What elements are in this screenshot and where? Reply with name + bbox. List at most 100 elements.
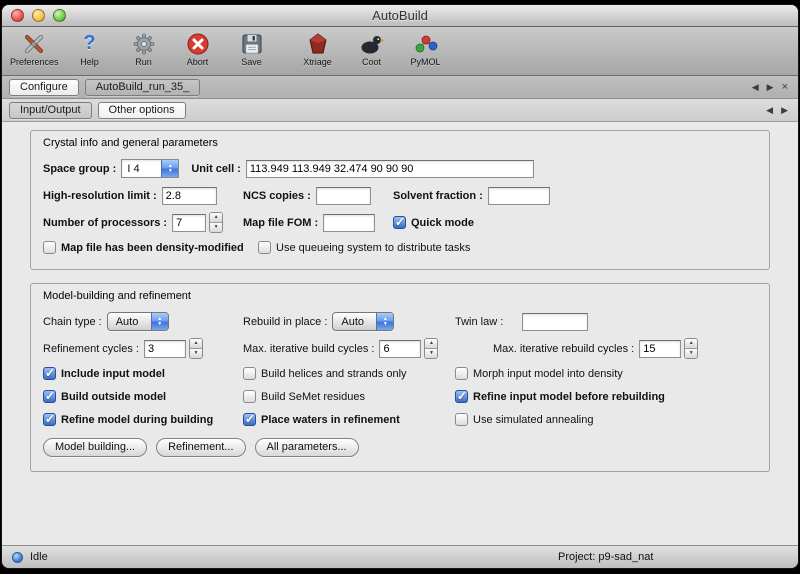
- stepper-up-icon[interactable]: ▲: [210, 213, 222, 223]
- subtab-prev-icon[interactable]: ◀: [766, 105, 773, 116]
- down-arrow-icon: ▼: [157, 322, 162, 327]
- options-panel: Crystal info and general parameters Spac…: [2, 122, 798, 545]
- map-fom-input[interactable]: [323, 214, 375, 232]
- dropdown-arrows-icon: ▲ ▼: [376, 313, 393, 330]
- checkbox-label: Place waters in refinement: [261, 414, 400, 426]
- checkbox-label: Build SeMet residues: [261, 391, 365, 403]
- stepper-up-icon[interactable]: ▲: [425, 339, 437, 349]
- tab-other-options[interactable]: Other options: [98, 102, 186, 119]
- checkbox-icon: [243, 413, 256, 426]
- unit-cell-input[interactable]: [246, 160, 534, 178]
- checkbox-label: Refine model during building: [61, 414, 213, 426]
- quick-mode-checkbox[interactable]: Quick mode: [393, 216, 474, 229]
- unit-cell-label: Unit cell :: [191, 163, 241, 175]
- tab-close-icon[interactable]: ×: [782, 83, 788, 92]
- high-resolution-input[interactable]: [162, 187, 217, 205]
- ncs-copies-label: NCS copies :: [243, 190, 311, 202]
- checkbox-icon: [455, 413, 468, 426]
- pymol-button[interactable]: PyMOL: [399, 29, 453, 67]
- solvent-fraction-input[interactable]: [488, 187, 550, 205]
- toolbar-label: Xtriage: [303, 57, 332, 67]
- help-button[interactable]: ? Help: [63, 29, 117, 67]
- main-tab-bar: Configure AutoBuild_run_35_ ◀ ▶ ×: [2, 76, 798, 99]
- tab-next-icon[interactable]: ▶: [767, 82, 774, 93]
- refinement-cycles-input[interactable]: [144, 340, 186, 358]
- stepper-up-icon[interactable]: ▲: [190, 339, 202, 349]
- build-helices-strands-checkbox[interactable]: Build helices and strands only: [243, 367, 407, 380]
- twin-law-input[interactable]: [522, 313, 588, 331]
- max-build-cycles-input[interactable]: [379, 340, 421, 358]
- down-arrow-icon: ▼: [383, 322, 388, 327]
- tab-prev-icon[interactable]: ◀: [752, 82, 759, 93]
- max-rebuild-cycles-stepper[interactable]: ▲ ▼: [684, 338, 698, 359]
- tab-label: Configure: [20, 81, 68, 93]
- tab-nav-controls: ◀ ▶ ×: [752, 82, 791, 93]
- chain-type-label: Chain type :: [43, 316, 102, 328]
- tab-label: AutoBuild_run_35_: [96, 81, 190, 93]
- zoom-button[interactable]: [53, 9, 66, 22]
- save-button[interactable]: Save: [225, 29, 279, 67]
- minimize-button[interactable]: [32, 9, 45, 22]
- toolbar-label: PyMOL: [411, 57, 441, 67]
- preferences-icon: [21, 30, 47, 57]
- stepper-down-icon[interactable]: ▼: [190, 349, 202, 358]
- max-build-cycles-stepper[interactable]: ▲ ▼: [424, 338, 438, 359]
- chain-type-select[interactable]: Auto ▲ ▼: [107, 312, 169, 331]
- coot-button[interactable]: Coot: [345, 29, 399, 67]
- morph-input-model-checkbox[interactable]: Morph input model into density: [455, 367, 623, 380]
- abort-button[interactable]: Abort: [171, 29, 225, 67]
- toolbar-label: Coot: [362, 57, 381, 67]
- checkbox-label: Map file has been density-modified: [61, 242, 244, 254]
- stepper-down-icon[interactable]: ▼: [210, 223, 222, 232]
- refinement-button[interactable]: Refinement...: [156, 438, 245, 457]
- queueing-system-checkbox[interactable]: Use queueing system to distribute tasks: [258, 241, 470, 254]
- run-button[interactable]: Run: [117, 29, 171, 67]
- tab-autobuild-run-35[interactable]: AutoBuild_run_35_: [85, 79, 201, 96]
- tab-label: Other options: [109, 104, 175, 116]
- include-input-model-checkbox[interactable]: Include input model: [43, 367, 165, 380]
- close-button[interactable]: [11, 9, 24, 22]
- stepper-down-icon[interactable]: ▼: [685, 349, 697, 358]
- run-gear-icon: [132, 30, 156, 57]
- ncs-copies-input[interactable]: [316, 187, 371, 205]
- autobuild-window: AutoBuild Preferences ? Help: [2, 5, 798, 568]
- group-title: Model-building and refinement: [43, 290, 757, 302]
- subtab-next-icon[interactable]: ▶: [781, 105, 788, 116]
- processors-input[interactable]: [172, 214, 206, 232]
- model-building-group: Model-building and refinement Chain type…: [30, 283, 770, 472]
- xtriage-button[interactable]: Xtriage: [291, 29, 345, 67]
- xtriage-icon: [306, 30, 330, 57]
- refine-during-building-checkbox[interactable]: Refine model during building: [43, 413, 213, 426]
- place-waters-checkbox[interactable]: Place waters in refinement: [243, 413, 400, 426]
- rebuild-in-place-value: Auto: [341, 316, 364, 328]
- status-indicator-icon: [12, 552, 23, 563]
- checkbox-icon: [258, 241, 271, 254]
- max-rebuild-cycles-input[interactable]: [639, 340, 681, 358]
- processors-stepper[interactable]: ▲ ▼: [209, 212, 223, 233]
- checkbox-icon: [43, 390, 56, 403]
- checkbox-icon: [243, 367, 256, 380]
- toolbar-label: Help: [80, 57, 99, 67]
- all-parameters-button[interactable]: All parameters...: [255, 438, 359, 457]
- space-group-select[interactable]: I 4 ▲ ▼: [121, 159, 179, 178]
- checkbox-label: Use simulated annealing: [473, 414, 593, 426]
- checkbox-icon: [393, 216, 406, 229]
- tab-configure[interactable]: Configure: [9, 79, 79, 96]
- abort-icon: [186, 30, 210, 57]
- preferences-button[interactable]: Preferences: [6, 29, 63, 67]
- title-bar[interactable]: AutoBuild: [2, 5, 798, 27]
- density-modified-checkbox[interactable]: Map file has been density-modified: [43, 241, 244, 254]
- rebuild-in-place-select[interactable]: Auto ▲ ▼: [332, 312, 394, 331]
- dropdown-arrows-icon: ▲ ▼: [161, 160, 178, 177]
- refine-input-model-checkbox[interactable]: Refine input model before rebuilding: [455, 390, 665, 403]
- simulated-annealing-checkbox[interactable]: Use simulated annealing: [455, 413, 593, 426]
- tab-input-output[interactable]: Input/Output: [9, 102, 92, 119]
- build-outside-model-checkbox[interactable]: Build outside model: [43, 390, 166, 403]
- toolbar-label: Save: [241, 57, 262, 67]
- stepper-down-icon[interactable]: ▼: [425, 349, 437, 358]
- build-semet-residues-checkbox[interactable]: Build SeMet residues: [243, 390, 365, 403]
- refinement-cycles-stepper[interactable]: ▲ ▼: [189, 338, 203, 359]
- stepper-up-icon[interactable]: ▲: [685, 339, 697, 349]
- model-building-button[interactable]: Model building...: [43, 438, 147, 457]
- checkbox-label: Morph input model into density: [473, 368, 623, 380]
